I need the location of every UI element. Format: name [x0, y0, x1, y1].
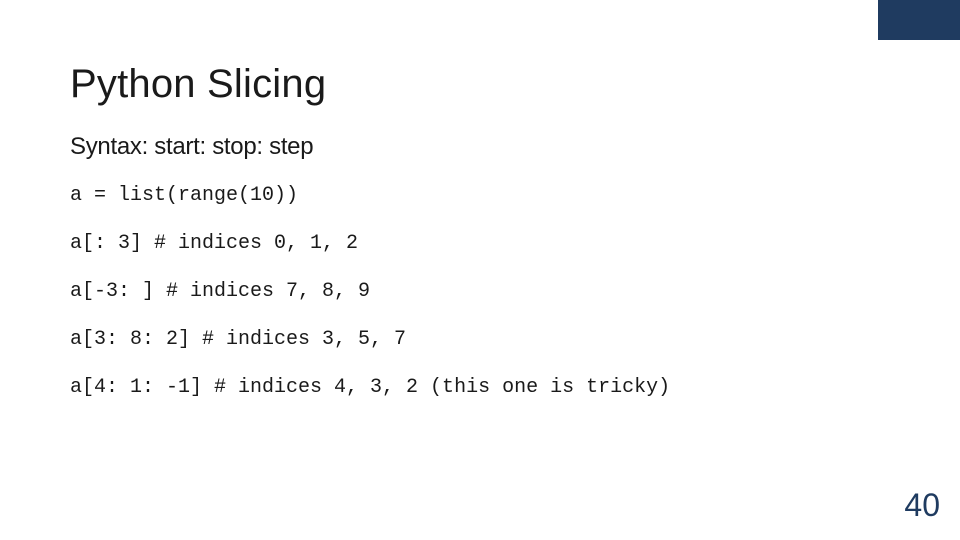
code-line: a[-3: ] # indices 7, 8, 9 [70, 279, 890, 305]
page-number: 40 [904, 487, 940, 524]
accent-bar [878, 0, 960, 40]
code-line: a[: 3] # indices 0, 1, 2 [70, 231, 890, 257]
slide-title: Python Slicing [70, 62, 890, 107]
code-line: a[3: 8: 2] # indices 3, 5, 7 [70, 327, 890, 353]
slide-subtitle: Syntax: start: stop: step [70, 133, 890, 161]
code-line: a[4: 1: -1] # indices 4, 3, 2 (this one … [70, 375, 890, 401]
slide-content: Python Slicing Syntax: start: stop: step… [0, 0, 960, 401]
code-line: a = list(range(10)) [70, 183, 890, 209]
